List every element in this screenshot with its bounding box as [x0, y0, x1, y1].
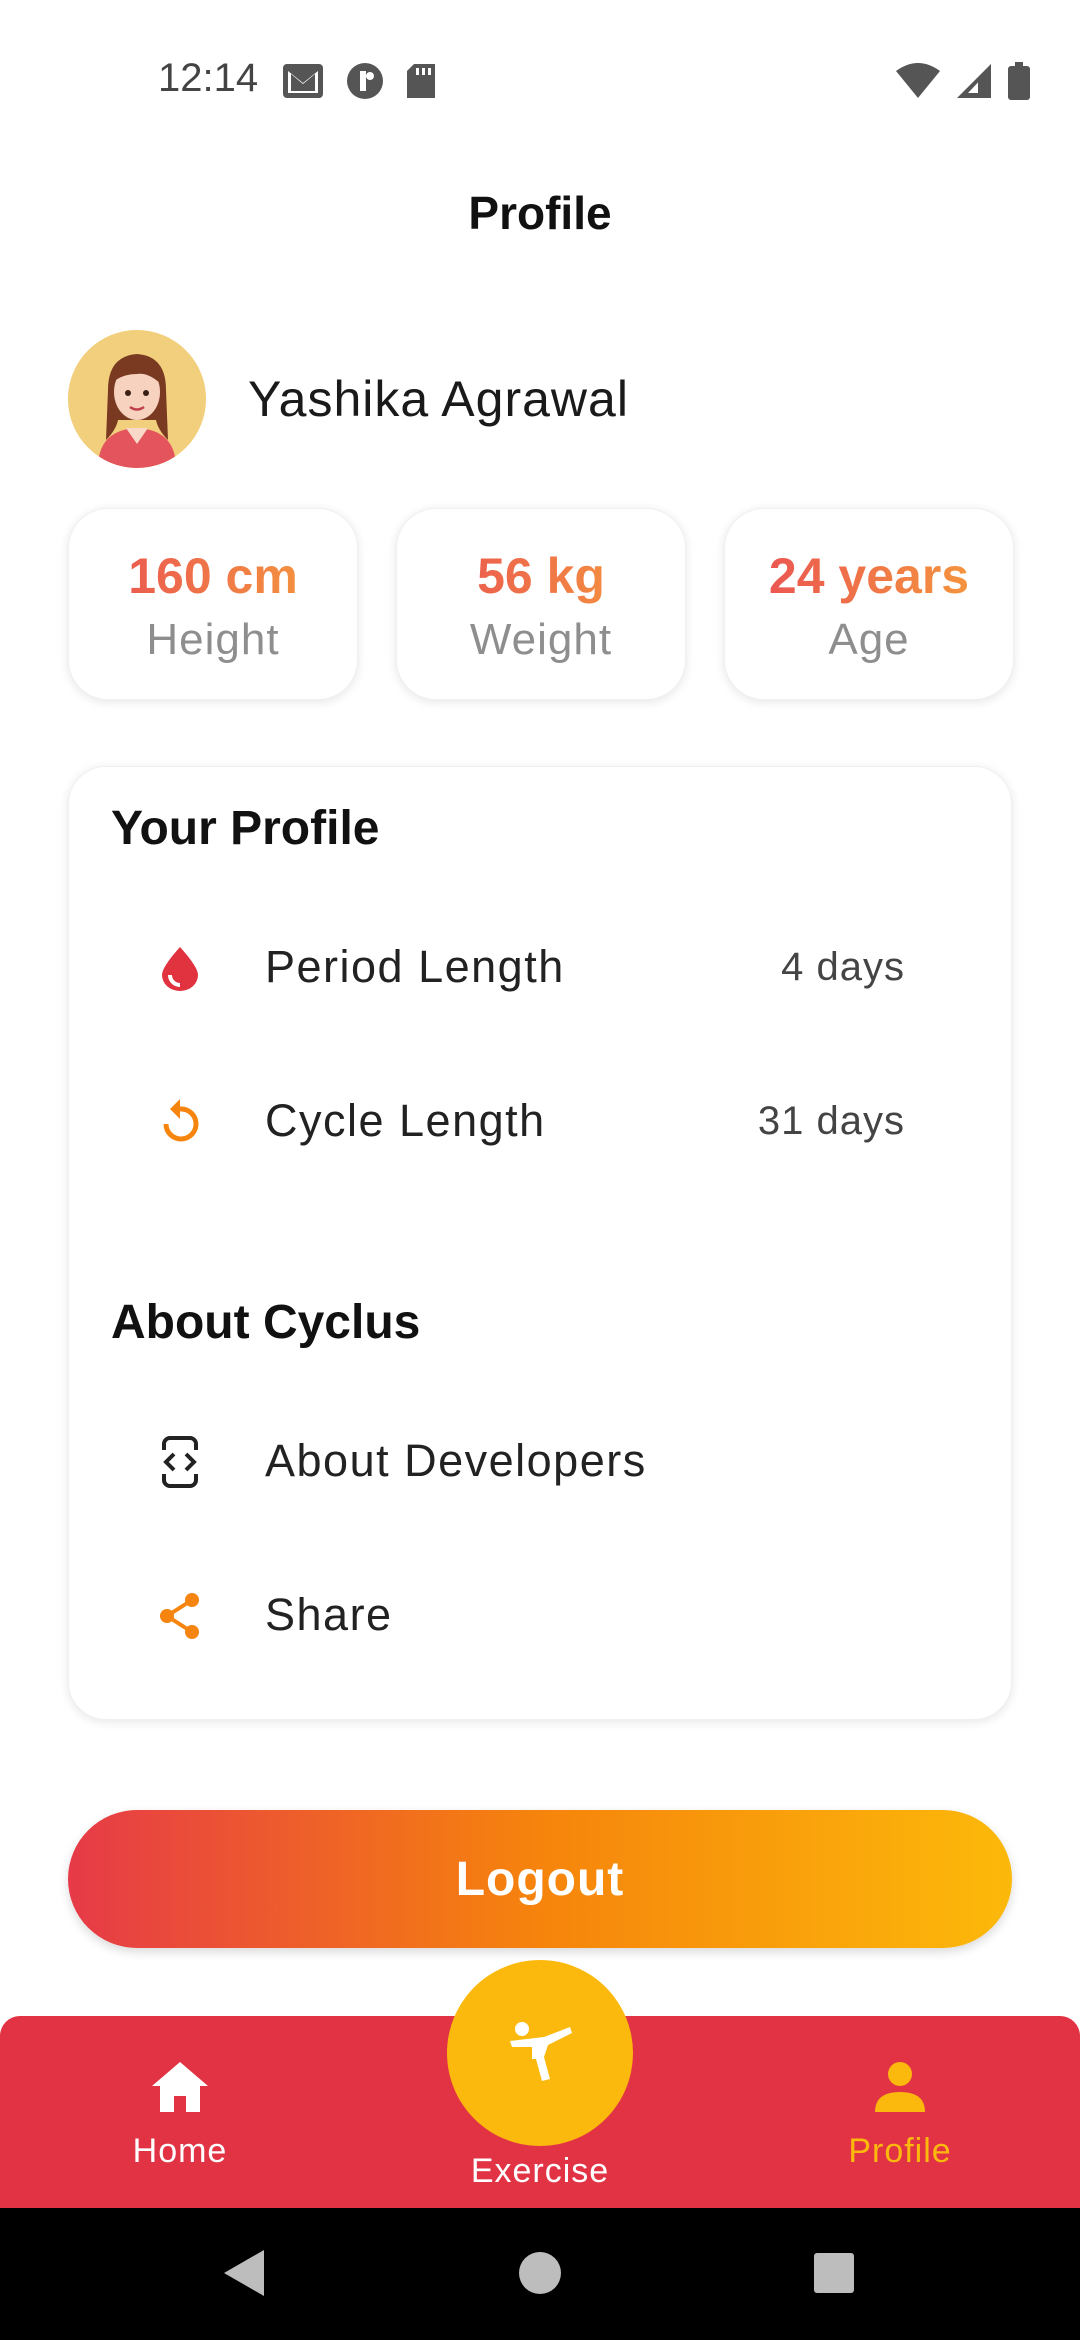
age-label: Age: [828, 615, 910, 664]
nav-home[interactable]: Home: [80, 2016, 280, 2171]
logout-button[interactable]: Logout: [68, 1810, 1012, 1948]
signal-icon: [957, 64, 991, 98]
age-value: 24 years: [725, 547, 1013, 605]
age-card[interactable]: 24 years Age: [724, 508, 1014, 700]
system-nav-bar: [0, 2208, 1080, 2340]
home-circle-icon[interactable]: [518, 2248, 562, 2298]
status-time: 12:14: [158, 56, 259, 100]
avatar[interactable]: [68, 330, 206, 468]
share-icon: [155, 1591, 205, 1641]
nav-profile-label: Profile: [848, 2132, 952, 2170]
about-cyclus-title: About Cyclus: [111, 1296, 421, 1349]
cycle-length-row[interactable]: Cycle Length 31 days: [69, 1067, 1013, 1177]
cycle-length-label: Cycle Length: [265, 1095, 546, 1146]
exercise-fab[interactable]: [447, 1960, 633, 2146]
sd-card-icon: [407, 64, 435, 98]
share-row[interactable]: Share: [69, 1561, 1013, 1671]
status-bar: 12:14: [0, 0, 1080, 165]
exercise-icon: [504, 2019, 576, 2088]
cycle-length-value: 31 days: [757, 1099, 905, 1143]
developer-mode-icon: [155, 1436, 205, 1488]
your-profile-title: Your Profile: [111, 802, 380, 855]
height-value: 160 cm: [69, 547, 357, 605]
weight-card[interactable]: 56 kg Weight: [396, 508, 686, 700]
about-developers-label: About Developers: [265, 1435, 647, 1486]
battery-icon: [1008, 62, 1030, 100]
back-icon[interactable]: [222, 2248, 266, 2298]
about-developers-row[interactable]: About Developers: [69, 1407, 1013, 1517]
nav-profile[interactable]: Profile: [800, 2016, 1000, 2171]
period-length-row[interactable]: Period Length 4 days: [69, 913, 1013, 1023]
period-length-label: Period Length: [265, 941, 565, 992]
profile-card: Your Profile Period Length 4 days Cycle …: [68, 766, 1012, 1720]
weight-value: 56 kg: [397, 547, 685, 605]
weight-label: Weight: [469, 615, 613, 664]
recents-icon[interactable]: [812, 2248, 856, 2298]
nav-exercise-label: Exercise: [470, 2152, 610, 2190]
user-name: Yashika Agrawal: [248, 371, 629, 427]
refresh-icon: [155, 1097, 205, 1147]
blood-drop-icon: [155, 943, 205, 993]
person-icon: [800, 2052, 1000, 2122]
height-label: Height: [146, 615, 280, 664]
page-title: Profile: [468, 187, 612, 239]
nav-home-label: Home: [132, 2132, 228, 2170]
height-card[interactable]: 160 cm Height: [68, 508, 358, 700]
share-label: Share: [265, 1589, 393, 1640]
home-icon: [80, 2052, 280, 2122]
period-length-value: 4 days: [781, 945, 905, 989]
gmail-icon: [283, 64, 323, 98]
app-icon: [347, 63, 383, 99]
wifi-icon: [896, 63, 940, 98]
